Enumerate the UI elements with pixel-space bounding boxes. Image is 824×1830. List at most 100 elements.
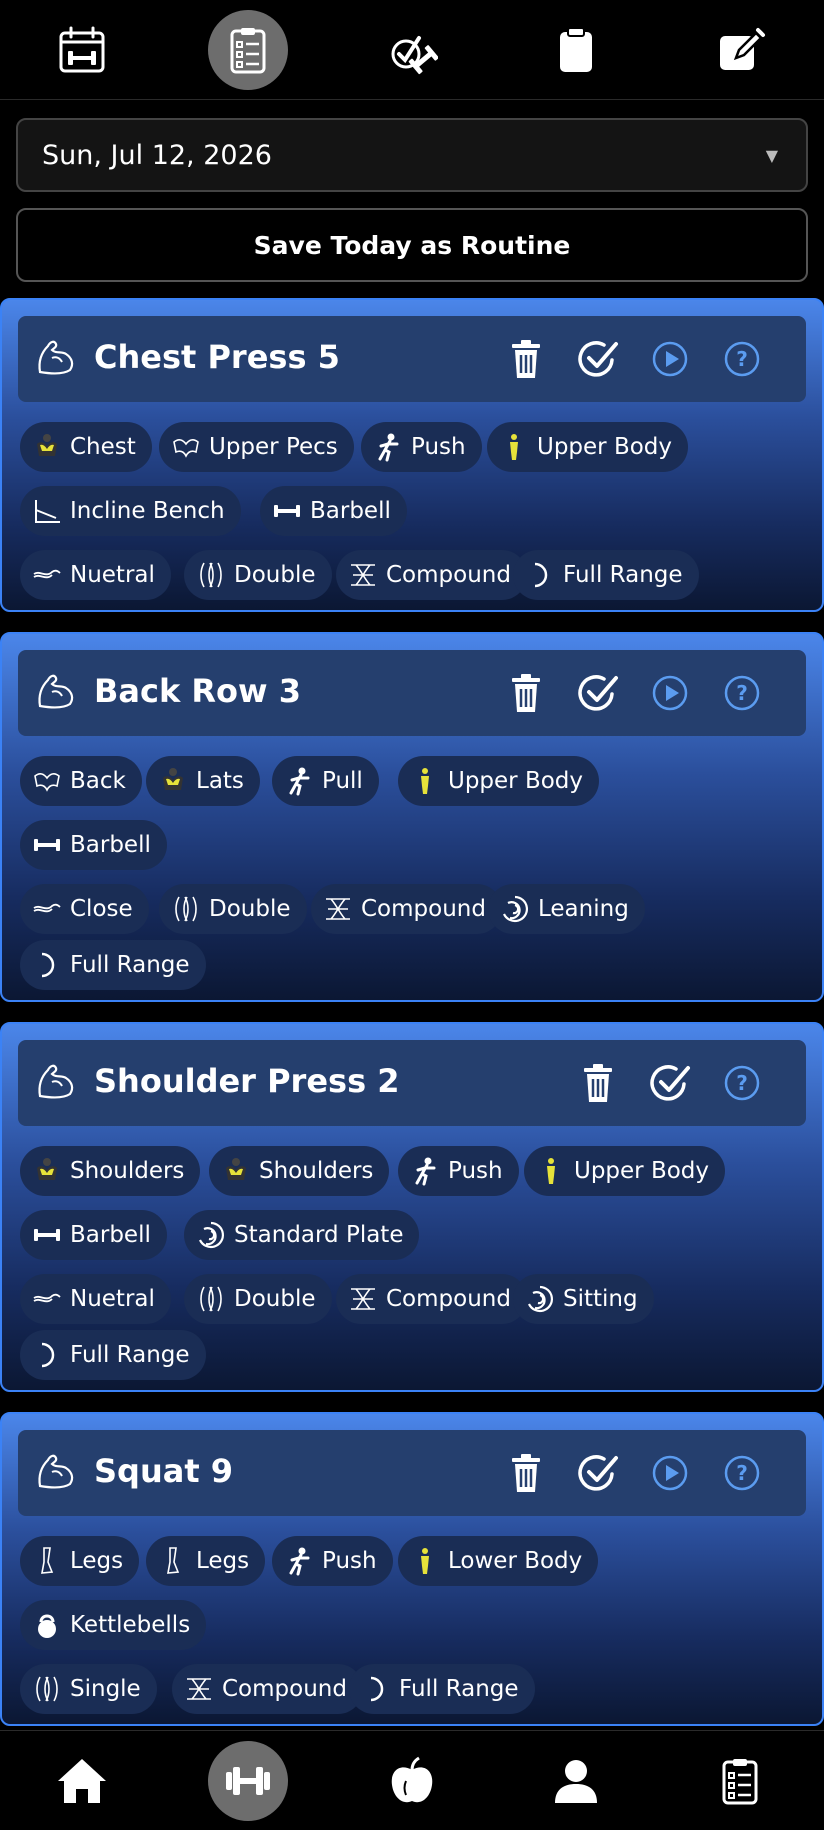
flexed-bicep-icon	[34, 1058, 80, 1104]
help-button[interactable]: ?	[721, 338, 763, 380]
tag-lower-body[interactable]: Lower Body	[398, 1536, 599, 1586]
push-icon	[284, 1546, 314, 1576]
nav-edit-button[interactable]	[700, 10, 780, 90]
tag-double[interactable]: Double	[159, 884, 307, 934]
tag-full-range[interactable]: Full Range	[20, 940, 206, 990]
tag-label: Lats	[196, 768, 244, 794]
nav-nutrition-button[interactable]	[372, 1741, 452, 1821]
double-icon	[196, 1284, 226, 1314]
delete-button[interactable]	[577, 1062, 619, 1104]
tag-shoulders[interactable]: Shoulders	[209, 1146, 390, 1196]
tag-label: Compound	[386, 562, 511, 588]
exercise-header: Chest Press 5?	[18, 316, 806, 402]
close-icon	[32, 894, 62, 924]
complete-button[interactable]	[577, 338, 619, 380]
tag-full-range[interactable]: Full Range	[20, 1330, 206, 1380]
tag-kettlebells[interactable]: Kettlebells	[20, 1600, 207, 1650]
help-button[interactable]: ?	[721, 1062, 763, 1104]
nav-plans-button[interactable]	[700, 1741, 780, 1821]
clipboard-icon	[560, 27, 592, 72]
help-button[interactable]: ?	[721, 672, 763, 714]
tag-pull[interactable]: Pull	[272, 756, 379, 806]
complete-button[interactable]	[649, 1062, 691, 1104]
tag-legs[interactable]: Legs	[20, 1536, 140, 1586]
tag-nuetral[interactable]: Nuetral	[20, 1274, 171, 1324]
tag-label: Leaning	[538, 896, 629, 922]
nav-logs-button[interactable]	[536, 10, 616, 90]
tag-upper-body[interactable]: Upper Body	[487, 422, 689, 472]
tag-sitting[interactable]: Sitting	[513, 1274, 654, 1324]
check-circle-icon	[578, 1455, 618, 1491]
tag-label: Kettlebells	[70, 1612, 191, 1638]
nav-home-button[interactable]	[42, 1741, 122, 1821]
tag-leaning[interactable]: Leaning	[488, 884, 645, 934]
compound-icon	[323, 894, 353, 924]
nav-workouts-button[interactable]	[372, 10, 452, 90]
tag-close[interactable]: Close	[20, 884, 149, 934]
help-button[interactable]: ?	[721, 1452, 763, 1494]
full-range-icon	[32, 950, 62, 980]
tag-label: Compound	[386, 1286, 511, 1312]
tag-upper-pecs[interactable]: Upper Pecs	[159, 422, 354, 472]
save-routine-button[interactable]: Save Today as Routine	[16, 208, 808, 282]
tag-legs[interactable]: Legs	[146, 1536, 266, 1586]
user-icon	[555, 1760, 597, 1803]
barbell-icon	[32, 830, 62, 860]
tag-shoulders[interactable]: Shoulders	[20, 1146, 201, 1196]
back-icon	[32, 766, 62, 796]
standard-plate-icon	[196, 1220, 226, 1250]
tag-incline-bench[interactable]: Incline Bench	[20, 486, 241, 536]
tag-upper-body[interactable]: Upper Body	[524, 1146, 726, 1196]
date-select[interactable]: Sun, Jul 12, 2026 ▼	[16, 118, 808, 192]
complete-button[interactable]	[577, 1452, 619, 1494]
tag-compound[interactable]: Compound	[336, 1274, 527, 1324]
delete-button[interactable]	[505, 338, 547, 380]
tag-chest[interactable]: Chest	[20, 422, 152, 472]
tag-push[interactable]: Push	[398, 1146, 519, 1196]
exercise-header: Shoulder Press 2?	[18, 1040, 806, 1126]
tag-label: Barbell	[310, 498, 391, 524]
exercise-header: Back Row 3?	[18, 650, 806, 736]
tag-label: Pull	[322, 768, 363, 794]
nav-calendar-button[interactable]	[42, 10, 122, 90]
tag-compound[interactable]: Compound	[172, 1664, 363, 1714]
complete-button[interactable]	[577, 672, 619, 714]
play-button[interactable]	[649, 672, 691, 714]
exercise-card: Back Row 3? Back Lats Pull Upper Body Barbell…	[0, 632, 824, 1002]
tag-barbell[interactable]: Barbell	[20, 1210, 167, 1260]
full-range-icon	[32, 1340, 62, 1370]
incline-bench-icon	[32, 496, 62, 526]
trash-icon	[512, 340, 540, 378]
bottom-navigation	[0, 1730, 824, 1830]
nav-profile-button[interactable]	[536, 1741, 616, 1821]
tag-compound[interactable]: Compound	[311, 884, 502, 934]
delete-button[interactable]	[505, 1452, 547, 1494]
clipboard-list-icon	[230, 28, 266, 74]
nav-routine-button[interactable]	[208, 10, 288, 90]
tag-back[interactable]: Back	[20, 756, 142, 806]
tag-label: Shoulders	[259, 1158, 374, 1184]
tag-full-range[interactable]: Full Range	[513, 550, 699, 600]
delete-button[interactable]	[505, 672, 547, 714]
tag-push[interactable]: Push	[361, 422, 482, 472]
tag-full-range[interactable]: Full Range	[349, 1664, 535, 1714]
play-button[interactable]	[649, 338, 691, 380]
tag-standard-plate[interactable]: Standard Plate	[184, 1210, 420, 1260]
tag-nuetral[interactable]: Nuetral	[20, 550, 171, 600]
tag-upper-body[interactable]: Upper Body	[398, 756, 600, 806]
tag-lats[interactable]: Lats	[146, 756, 260, 806]
tag-label: Incline Bench	[70, 498, 225, 524]
edit-icon	[720, 28, 765, 70]
tag-double[interactable]: Double	[184, 550, 332, 600]
tag-label: Barbell	[70, 832, 151, 858]
tag-single[interactable]: Single	[20, 1664, 157, 1714]
nav-workout-button[interactable]	[208, 1741, 288, 1821]
tag-label: Standard Plate	[234, 1222, 404, 1248]
chest-icon	[32, 432, 62, 462]
tag-double[interactable]: Double	[184, 1274, 332, 1324]
tag-barbell[interactable]: Barbell	[20, 820, 167, 870]
tag-push[interactable]: Push	[272, 1536, 393, 1586]
tag-barbell[interactable]: Barbell	[260, 486, 407, 536]
play-button[interactable]	[649, 1452, 691, 1494]
tag-compound[interactable]: Compound	[336, 550, 527, 600]
